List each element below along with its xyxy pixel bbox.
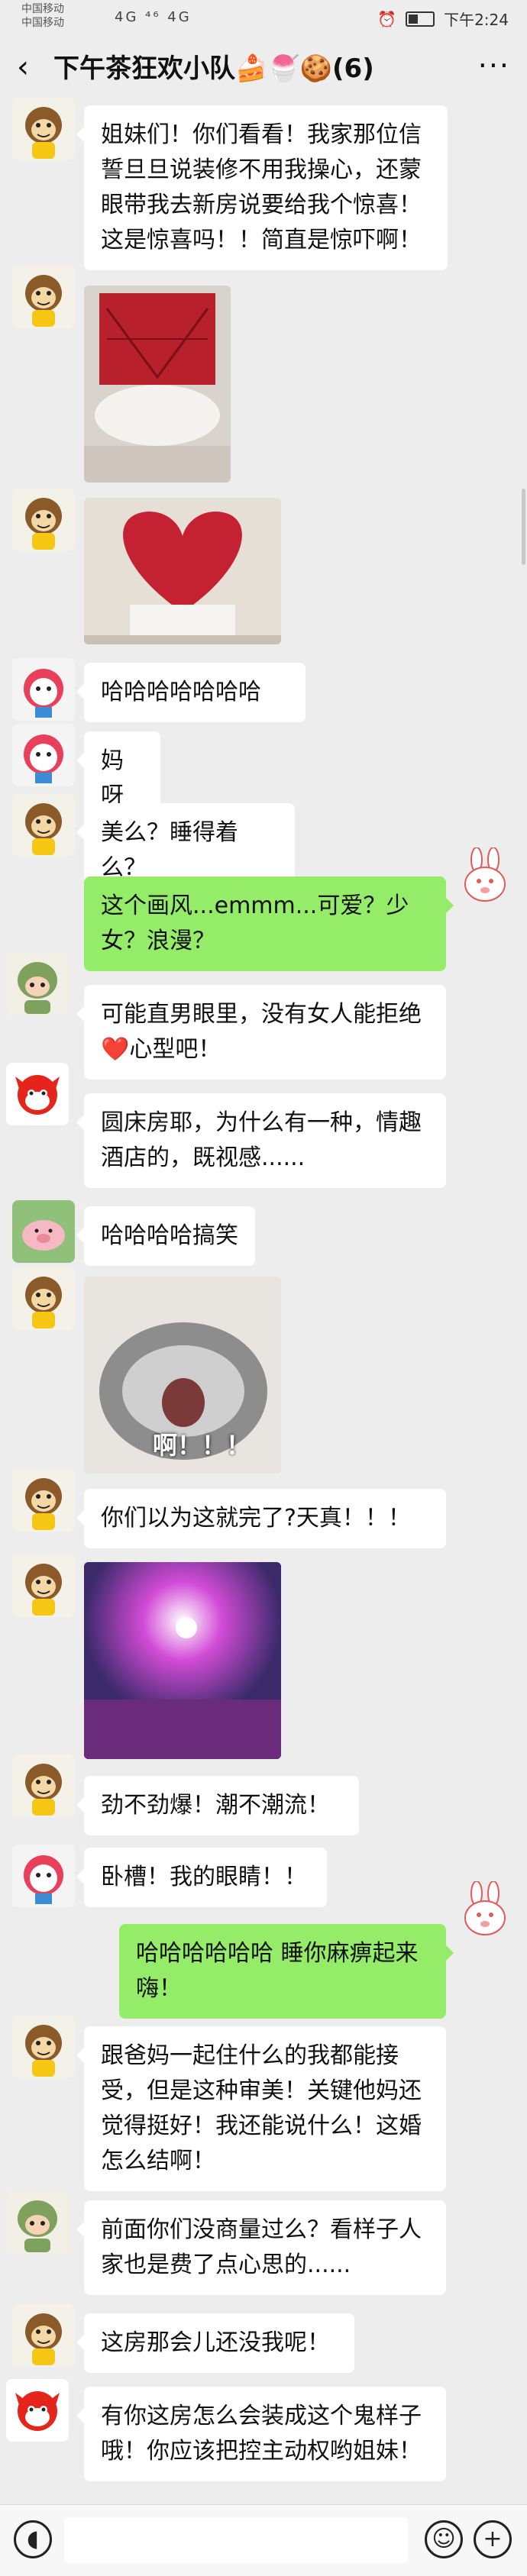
plus-icon[interactable]: + <box>474 2520 512 2558</box>
avatar-monkey[interactable] <box>12 1469 75 1532</box>
avatar-pig[interactable] <box>12 1200 75 1263</box>
avatar-fox[interactable] <box>6 2379 69 2442</box>
sticker-caption: 啊！！！ <box>153 1431 251 1460</box>
avatar-pink[interactable] <box>12 724 75 786</box>
avatar-pink[interactable] <box>12 1845 75 1907</box>
avatar-rabbit[interactable] <box>454 847 516 910</box>
avatar-monkey[interactable] <box>12 1554 75 1617</box>
chevron-left-icon[interactable]: ‹ <box>17 50 47 84</box>
avatar-monkey[interactable] <box>12 266 75 328</box>
image-red-heart-bed-2[interactable] <box>84 498 281 644</box>
status-bar: 中国移动 中国移动 4G ⁴⁶ 4G ⏰ 下午2:24 <box>0 0 527 38</box>
avatar-monkey[interactable] <box>12 489 75 551</box>
carrier-2: 中国移动 <box>21 17 64 29</box>
message-bubble[interactable]: 哈哈哈哈哈哈哈 <box>76 663 306 722</box>
avatar-monkey[interactable] <box>12 2016 75 2078</box>
battery-icon <box>406 11 435 27</box>
avatar-dino[interactable] <box>6 953 69 1015</box>
avatar-dino[interactable] <box>6 2191 69 2254</box>
chat-title: 下午茶狂欢小队🍰🍧🍪(6) <box>53 53 374 84</box>
avatar-pink[interactable] <box>12 658 75 721</box>
message-bubble[interactable]: 卧槽！我的眼睛！！ <box>76 1848 327 1907</box>
emoji-icon[interactable]: ☺ <box>425 2520 463 2558</box>
avatar-rabbit[interactable] <box>454 1881 516 1944</box>
message-bubble[interactable]: 圆床房耶，为什么有一种，情趣酒店的，既视感...... <box>76 1093 446 1188</box>
message-bubble[interactable]: 劲不劲爆！潮不潮流！ <box>76 1776 359 1835</box>
carrier-1: 中国移动 <box>21 3 64 15</box>
message-bubble[interactable]: 有你这房怎么会装成这个鬼样子哦！你应该把控主动权哟姐妹！ <box>76 2387 446 2481</box>
message-bubble[interactable]: 可能直男眼里，没有女人能拒绝❤️心型吧！ <box>76 985 446 1080</box>
status-time: 下午2:24 <box>444 11 509 29</box>
avatar-fox[interactable] <box>6 1063 69 1125</box>
avatar-monkey[interactable] <box>12 98 75 160</box>
image-red-heart-bed[interactable] <box>84 286 231 483</box>
more-icon[interactable]: ··· <box>478 49 510 82</box>
message-bubble[interactable]: 哈哈哈哈搞笑 <box>76 1206 255 1266</box>
avatar-monkey[interactable] <box>12 1754 75 1817</box>
avatar-monkey[interactable] <box>12 2304 75 2367</box>
my-message-bubble[interactable]: 这个画风...emmm...可爱？少女？浪漫？ <box>84 876 454 971</box>
avatar-monkey[interactable] <box>12 1267 75 1330</box>
chat-header: ‹ 下午茶狂欢小队🍰🍧🍪(6) ··· <box>0 38 527 98</box>
input-bar: ◖ ☺ + <box>0 2504 527 2576</box>
message-bubble[interactable]: 跟爸妈一起住什么的我都能接受，但是这种审美！关键他妈还觉得挺好！我还能说什么！这… <box>76 2026 446 2191</box>
voice-icon[interactable]: ◖ <box>14 2520 52 2558</box>
avatar-monkey[interactable] <box>12 794 75 857</box>
message-input[interactable] <box>64 2517 408 2563</box>
scrollbar[interactable] <box>522 489 525 565</box>
message-bubble[interactable]: 你们以为这就完了?天真！！！ <box>76 1489 446 1548</box>
alarm-icon: ⏰ <box>377 9 397 28</box>
message-bubble[interactable]: 这房那会儿还没我呢！ <box>76 2313 354 2373</box>
message-bubble[interactable]: 前面你们没商量过么？看样子人家也是费了点心思的...... <box>76 2200 446 2295</box>
network-icons: 4G ⁴⁶ 4G <box>115 9 192 25</box>
my-message-bubble[interactable]: 哈哈哈哈哈哈 睡你麻痹起来嗨！ <box>119 1924 454 2019</box>
image-ceiling-lights[interactable] <box>84 1562 281 1759</box>
message-bubble[interactable]: 姐妹们！你们看看！我家那位信誓旦旦说装修不用我操心，还蒙眼带我去新房说要给我个惊… <box>76 105 448 270</box>
